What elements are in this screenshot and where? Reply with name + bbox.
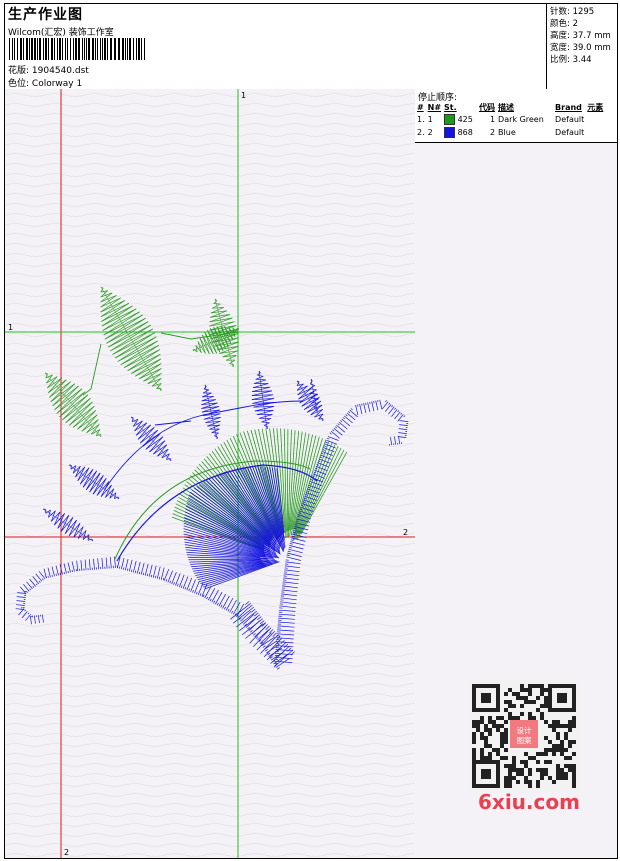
qr-badge-text-2: 图案: [517, 735, 532, 745]
stat-colors: 颜色: 2: [550, 19, 578, 29]
stat-width: 宽度: 39.0 mm: [550, 43, 611, 53]
qr-badge-text-1: 设计: [517, 725, 532, 735]
colorway-label: 色位:: [8, 79, 30, 89]
thread-swatch-green: [444, 114, 456, 125]
barcode: [9, 38, 145, 60]
guide-label-green-top: 1: [241, 91, 246, 100]
design-file-line: 花版: 1904540.dst: [8, 63, 89, 76]
colorway-value: Colorway 1: [31, 79, 83, 89]
guide-label-red-bottom: 2: [64, 848, 69, 857]
colorway-line: 色位: Colorway 1: [8, 76, 82, 89]
stat-height: 高度: 37.7 mm: [550, 31, 611, 41]
stat-stitches: 针数: 1295: [550, 7, 595, 17]
stop-sequence-panel: 停止顺序: # N# St. 代码 描述 Brand 元素 1. 1 425 1…: [415, 89, 617, 143]
embroidery-preview: 1 1 2 2: [5, 89, 415, 858]
stat-scale: 比例: 3.44: [550, 55, 592, 65]
stats-panel: 针数: 1295 颜色: 2 高度: 37.7 mm 宽度: 39.0 mm 比…: [546, 4, 617, 89]
design-canvas: 1 1 2 2: [5, 89, 416, 858]
guide-label-green-left: 1: [8, 323, 13, 332]
guide-label-red-right: 2: [403, 528, 408, 537]
stop-table-header: # N# St. 代码 描述 Brand 元素: [417, 102, 604, 112]
qr-code: 设计 图案: [468, 680, 580, 792]
stop-sequence-table: # N# St. 代码 描述 Brand 元素 1. 1 425 1 Dark …: [417, 101, 606, 139]
watermark-logo: 6xiu.com: [478, 790, 580, 814]
stop-row: 2. 2 868 2 Blue Default: [417, 127, 585, 138]
thread-swatch-blue: [444, 127, 456, 138]
sheet-title: 生产作业图: [8, 7, 83, 23]
design-file-value: 1904540.dst: [31, 66, 89, 76]
studio-name: Wilcom(汇宏) 装饰工作室: [8, 28, 114, 38]
stop-row: 1. 1 425 1 Dark Green Default: [417, 114, 585, 125]
design-file-label: 花版:: [8, 66, 30, 76]
sheet-header: 生产作业图 Wilcom(汇宏) 装饰工作室 花版: 1904540.dst 色…: [5, 4, 617, 90]
